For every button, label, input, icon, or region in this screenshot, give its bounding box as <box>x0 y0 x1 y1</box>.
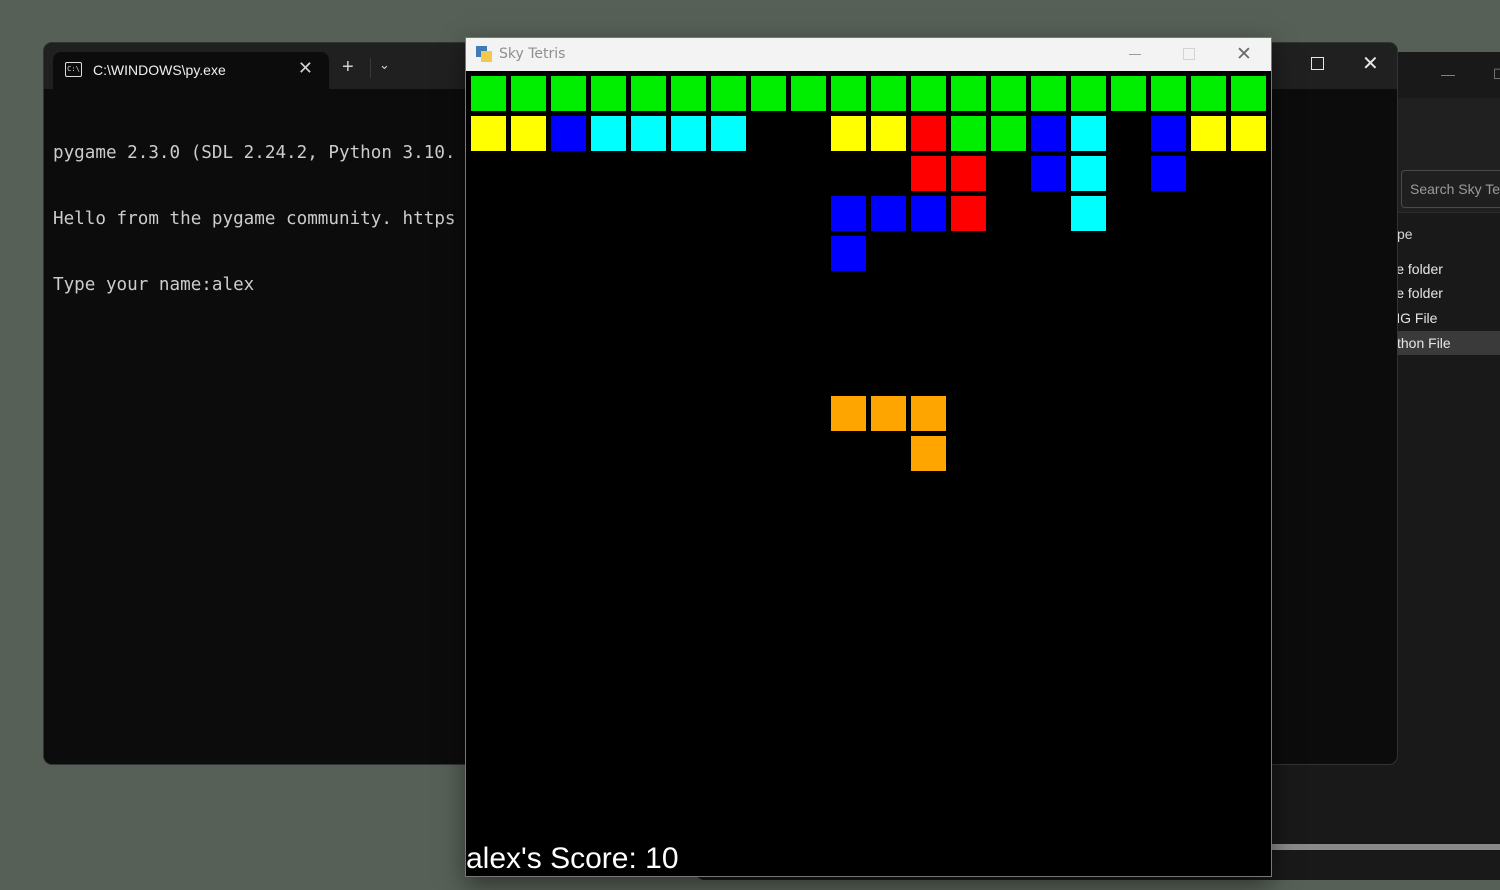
tetris-block <box>1111 76 1146 111</box>
tetris-block <box>471 116 506 151</box>
tetris-block <box>631 116 666 151</box>
tetris-titlebar[interactable]: Sky Tetris ✕ <box>466 38 1271 71</box>
console-line: pygame 2.3.0 (SDL 2.24.2, Python 3.10. <box>53 143 456 163</box>
explorer-search-input[interactable]: Search Sky Tetris <box>1401 170 1500 208</box>
terminal-maximize-icon[interactable] <box>1311 57 1324 70</box>
new-tab-plus-icon[interactable]: + <box>342 57 354 77</box>
explorer-horizontal-scrollbar[interactable] <box>1270 844 1500 850</box>
game-board[interactable]: alex's Score: 10 <box>466 71 1271 876</box>
tetris-block <box>911 156 946 191</box>
tetris-block <box>551 116 586 151</box>
tetris-block <box>871 396 906 431</box>
python-app-icon <box>476 46 492 62</box>
tetris-block <box>831 236 866 271</box>
window-title: Sky Tetris <box>499 46 566 62</box>
minimize-icon[interactable] <box>1129 54 1141 55</box>
tetris-block <box>1031 76 1066 111</box>
tetris-block <box>591 76 626 111</box>
terminal-tab[interactable]: C:\ C:\WINDOWS\py.exe ✕ <box>53 52 329 89</box>
score-label: alex's Score: 10 <box>466 842 679 875</box>
tetris-block <box>1031 116 1066 151</box>
tetris-block <box>951 156 986 191</box>
tetris-block <box>1031 156 1066 191</box>
tetris-block <box>831 196 866 231</box>
tetris-block <box>951 116 986 151</box>
tetris-block <box>1071 116 1106 151</box>
tetris-block <box>471 76 506 111</box>
tetris-block <box>791 76 826 111</box>
console-output[interactable]: pygame 2.3.0 (SDL 2.24.2, Python 3.10. H… <box>53 98 456 340</box>
tetris-block <box>871 76 906 111</box>
tetris-block <box>911 76 946 111</box>
terminal-close-icon[interactable]: ✕ <box>1362 51 1379 76</box>
explorer-file-row[interactable]: NG File <box>1390 306 1500 330</box>
terminal-tab-title: C:\WINDOWS\py.exe <box>93 62 226 78</box>
tetris-block <box>991 76 1026 111</box>
tetris-block <box>631 76 666 111</box>
tetris-block <box>1071 76 1106 111</box>
tetris-block <box>1231 116 1266 151</box>
tetris-block <box>511 76 546 111</box>
tetris-block <box>1071 156 1106 191</box>
tetris-block <box>1191 116 1226 151</box>
tetris-block <box>831 76 866 111</box>
tab-close-icon[interactable]: ✕ <box>298 58 313 79</box>
tetris-block <box>951 196 986 231</box>
tetris-block <box>911 116 946 151</box>
tetris-block <box>1071 196 1106 231</box>
tetris-block <box>711 76 746 111</box>
tetris-block <box>1151 156 1186 191</box>
tetris-block <box>831 396 866 431</box>
tetris-block <box>1191 76 1226 111</box>
explorer-minimize-icon[interactable]: — <box>1441 66 1455 82</box>
tetris-block <box>551 76 586 111</box>
maximize-icon <box>1183 48 1195 60</box>
tetris-block <box>671 116 706 151</box>
console-line: Type your name:alex <box>53 275 255 295</box>
console-line: Hello from the pygame community. https <box>53 209 456 229</box>
tetris-block <box>871 196 906 231</box>
tetris-block <box>671 76 706 111</box>
tetris-block <box>911 436 946 471</box>
tetris-block <box>831 116 866 151</box>
tetris-block <box>1151 116 1186 151</box>
chevron-down-icon[interactable]: ⌄ <box>379 57 390 73</box>
explorer-file-row[interactable]: ile folder <box>1390 257 1500 281</box>
tetris-block <box>591 116 626 151</box>
tetris-block <box>1151 76 1186 111</box>
sky-tetris-window: Sky Tetris ✕ alex's Score: 10 <box>466 38 1271 876</box>
tab-separator <box>370 58 371 78</box>
explorer-file-row[interactable]: ile folder <box>1390 281 1500 305</box>
tetris-block <box>951 76 986 111</box>
explorer-maximize-icon[interactable]: ☐ <box>1493 66 1500 83</box>
tetris-block <box>911 396 946 431</box>
console-icon: C:\ <box>65 62 82 77</box>
close-icon[interactable]: ✕ <box>1236 43 1252 66</box>
tetris-block <box>511 116 546 151</box>
tetris-block <box>711 116 746 151</box>
explorer-file-row-selected[interactable]: ython File <box>1390 331 1500 355</box>
tetris-block <box>911 196 946 231</box>
tetris-block <box>751 76 786 111</box>
tetris-block <box>1231 76 1266 111</box>
tetris-block <box>991 116 1026 151</box>
tetris-block <box>871 116 906 151</box>
